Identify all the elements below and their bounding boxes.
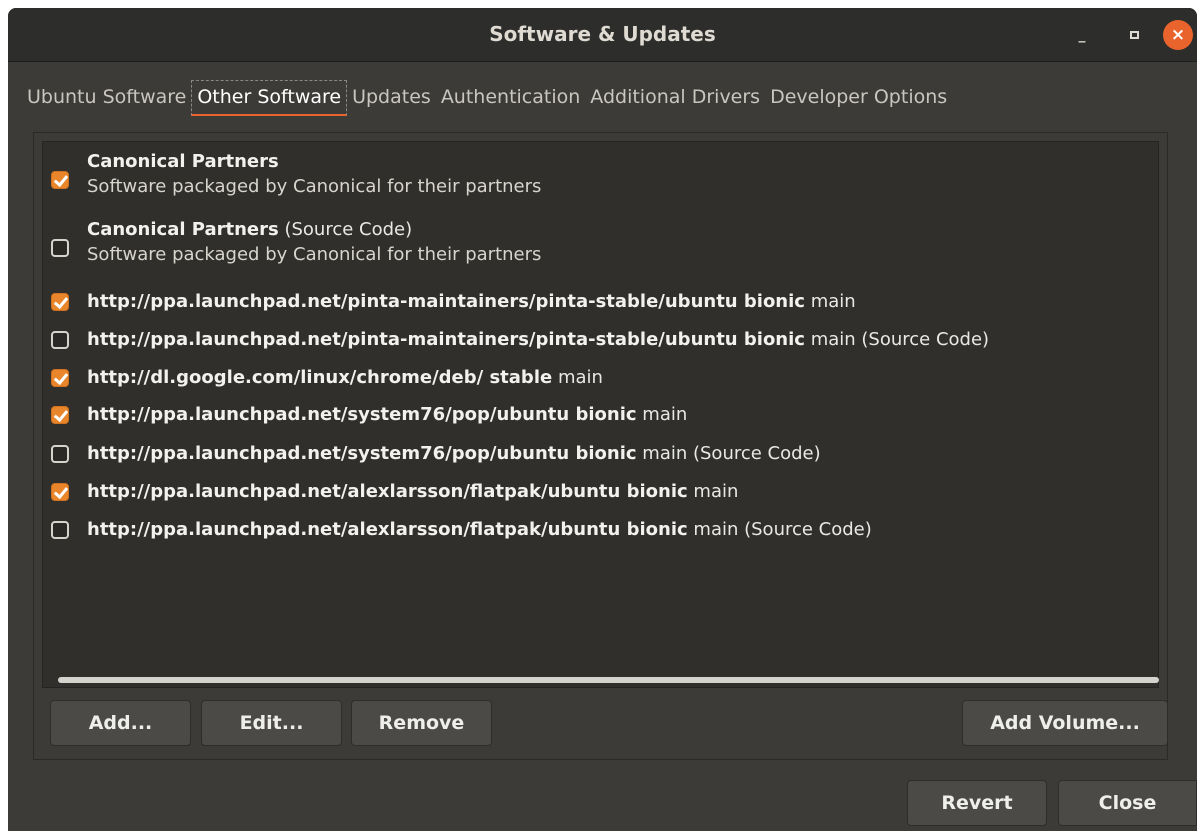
source-description: Software packaged by Canonical for their… bbox=[87, 244, 542, 265]
tab-developer-options[interactable]: Developer Options bbox=[765, 80, 952, 116]
source-row[interactable]: http://ppa.launchpad.net/alexlarsson/fla… bbox=[43, 477, 1158, 507]
source-name: Canonical Partners bbox=[87, 219, 279, 240]
minimize-icon: _ bbox=[1078, 27, 1086, 43]
source-name: Canonical Partners bbox=[87, 151, 279, 172]
source-suffix: main (Source Code) bbox=[693, 519, 872, 540]
title-bar[interactable]: Software & Updates _ × bbox=[8, 8, 1197, 62]
source-suffix: main (Source Code) bbox=[642, 443, 821, 464]
window-title: Software & Updates bbox=[489, 22, 716, 46]
sources-list: Canonical Partners Software packaged by … bbox=[42, 141, 1159, 688]
software-updates-window: Software & Updates _ × Ubuntu Software O… bbox=[8, 8, 1197, 831]
source-suffix: main bbox=[642, 404, 688, 425]
source-row[interactable]: http://ppa.launchpad.net/pinta-maintaine… bbox=[43, 287, 1158, 317]
source-row[interactable]: http://ppa.launchpad.net/system76/pop/ub… bbox=[43, 439, 1158, 469]
source-row[interactable]: Canonical Partners Software packaged by … bbox=[43, 150, 1158, 200]
close-window-button[interactable]: × bbox=[1163, 20, 1193, 50]
add-volume-button[interactable]: Add Volume... bbox=[962, 700, 1168, 746]
source-description: Software packaged by Canonical for their… bbox=[87, 176, 542, 197]
source-row[interactable]: http://ppa.launchpad.net/system76/pop/ub… bbox=[43, 400, 1158, 430]
tab-bar: Ubuntu Software Other Software Updates A… bbox=[22, 80, 952, 124]
source-row[interactable]: http://dl.google.com/linux/chrome/deb/ s… bbox=[43, 363, 1158, 393]
source-name: http://ppa.launchpad.net/alexlarsson/fla… bbox=[87, 481, 688, 502]
close-button[interactable]: Close bbox=[1058, 780, 1197, 826]
maximize-icon bbox=[1129, 31, 1139, 39]
source-name: http://ppa.launchpad.net/alexlarsson/fla… bbox=[87, 519, 688, 540]
source-checkbox[interactable] bbox=[51, 239, 69, 257]
source-checkbox[interactable] bbox=[51, 483, 69, 501]
source-suffix: main bbox=[557, 367, 603, 388]
source-checkbox[interactable] bbox=[51, 521, 69, 539]
minimize-button[interactable]: _ bbox=[1068, 21, 1096, 49]
source-name: http://ppa.launchpad.net/pinta-maintaine… bbox=[87, 329, 805, 350]
tab-updates[interactable]: Updates bbox=[347, 80, 436, 116]
edit-button[interactable]: Edit... bbox=[201, 700, 342, 746]
source-checkbox[interactable] bbox=[51, 293, 69, 311]
add-button[interactable]: Add... bbox=[50, 700, 191, 746]
source-checkbox[interactable] bbox=[51, 445, 69, 463]
source-name: http://ppa.launchpad.net/pinta-maintaine… bbox=[87, 291, 805, 312]
remove-button[interactable]: Remove bbox=[351, 700, 492, 746]
maximize-button[interactable] bbox=[1120, 21, 1148, 49]
tab-authentication[interactable]: Authentication bbox=[436, 80, 585, 116]
source-checkbox[interactable] bbox=[51, 369, 69, 387]
source-checkbox[interactable] bbox=[51, 331, 69, 349]
source-checkbox[interactable] bbox=[51, 171, 69, 189]
source-suffix: (Source Code) bbox=[284, 219, 413, 240]
tab-ubuntu-software[interactable]: Ubuntu Software bbox=[22, 80, 191, 116]
revert-button[interactable]: Revert bbox=[907, 780, 1047, 826]
source-name: http://dl.google.com/linux/chrome/deb/ s… bbox=[87, 367, 553, 388]
source-row[interactable]: Canonical Partners (Source Code) Softwar… bbox=[43, 218, 1158, 268]
close-icon: × bbox=[1170, 25, 1186, 45]
dialog-footer: Revert Close bbox=[8, 777, 1197, 831]
source-suffix: main bbox=[693, 481, 739, 502]
source-row[interactable]: http://ppa.launchpad.net/pinta-maintaine… bbox=[43, 325, 1158, 355]
source-name: http://ppa.launchpad.net/system76/pop/ub… bbox=[87, 404, 637, 425]
horizontal-scrollbar[interactable] bbox=[58, 677, 1159, 683]
source-name: http://ppa.launchpad.net/system76/pop/ub… bbox=[87, 443, 637, 464]
source-row[interactable]: http://ppa.launchpad.net/alexlarsson/fla… bbox=[43, 515, 1158, 545]
source-checkbox[interactable] bbox=[51, 406, 69, 424]
tab-other-software[interactable]: Other Software bbox=[191, 80, 348, 116]
tab-additional-drivers[interactable]: Additional Drivers bbox=[585, 80, 765, 116]
source-suffix: main bbox=[810, 291, 856, 312]
source-suffix: main (Source Code) bbox=[810, 329, 990, 350]
